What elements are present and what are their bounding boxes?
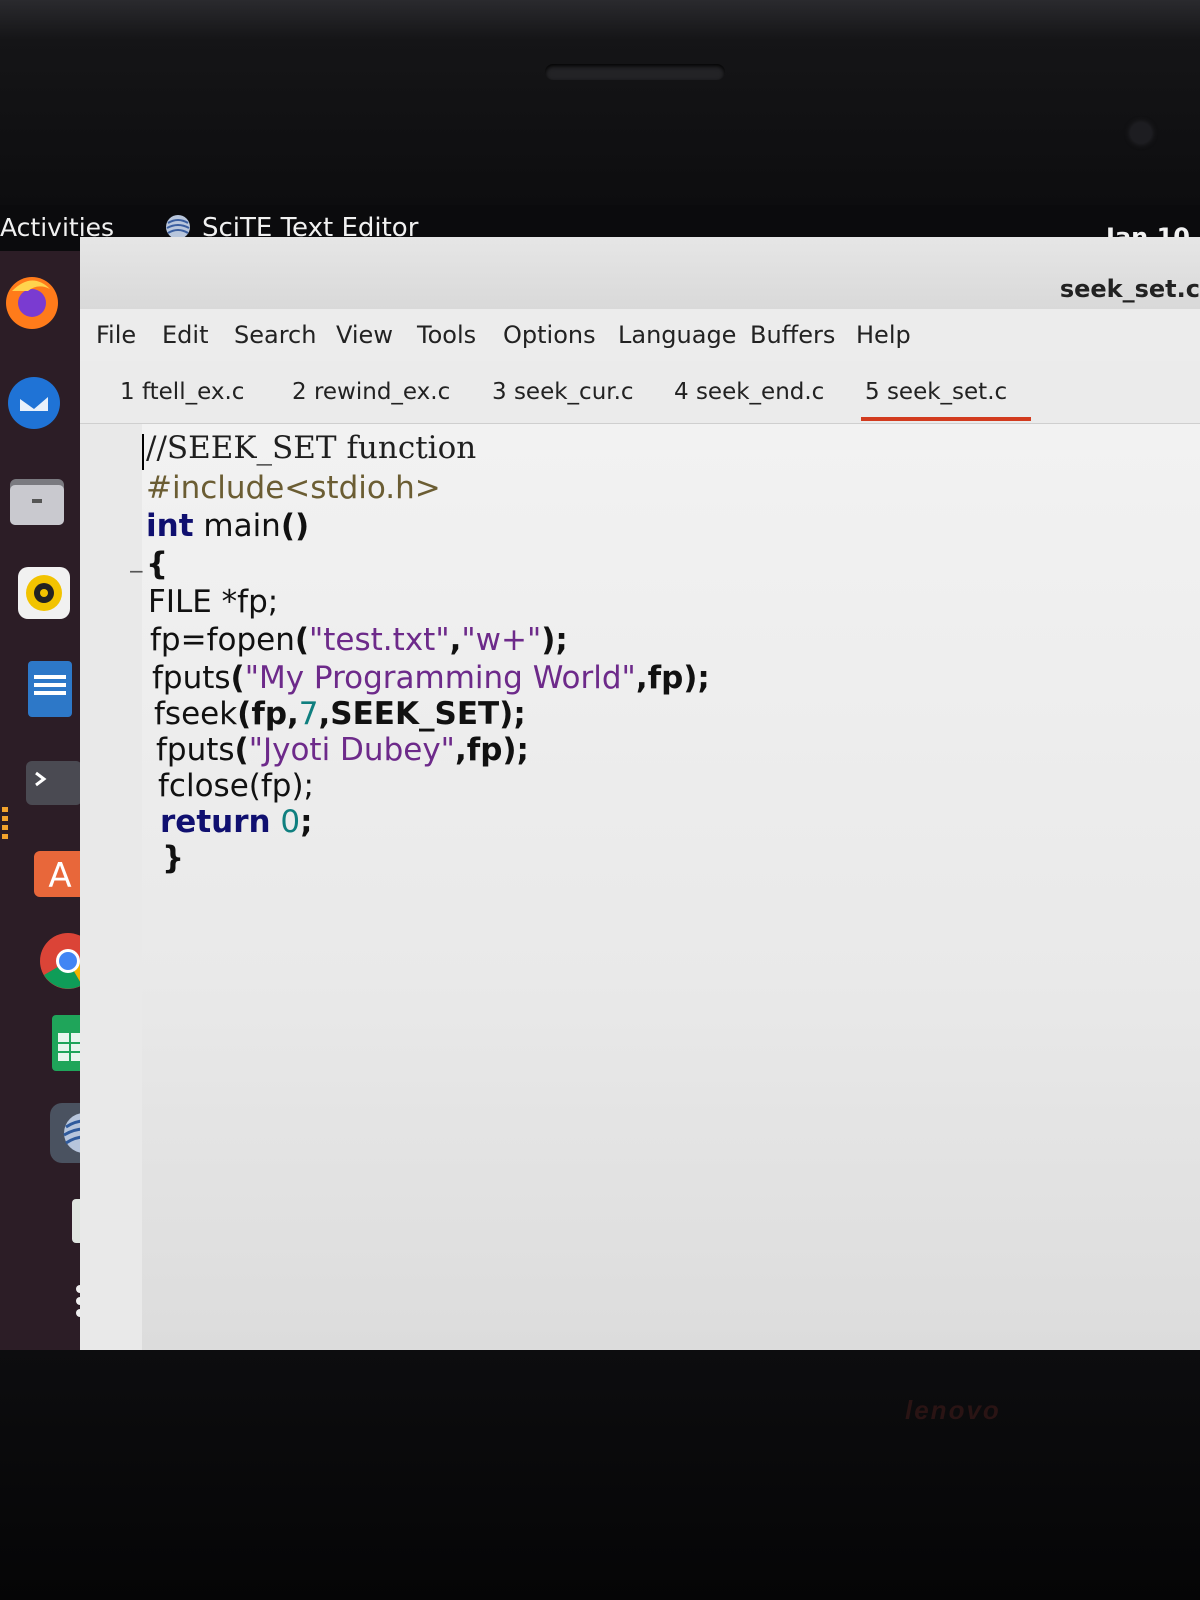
running-indicator: [2, 807, 8, 843]
code-line-9: fputs("Jyoti Dubey",fp);: [156, 732, 529, 768]
thunderbird-icon[interactable]: [2, 371, 62, 431]
menu-language[interactable]: Language: [618, 321, 736, 349]
active-tab-indicator: [861, 417, 1031, 421]
menu-view[interactable]: View: [336, 321, 393, 349]
window-title: seek_set.c: [1059, 275, 1200, 303]
files-icon[interactable]: [6, 471, 66, 531]
svg-text:A: A: [48, 856, 71, 896]
scite-window: seek_set.c File Edit Search View Tools O…: [80, 237, 1200, 1352]
dock: A: [0, 251, 110, 1352]
fold-minus-icon[interactable]: −: [128, 559, 145, 583]
tab-bar: 1 ftell_ex.c 2 rewind_ex.c 3 seek_cur.c …: [80, 361, 1200, 424]
code-line-10: fclose(fp);: [158, 768, 314, 804]
code-line-1: //SEEK_SET function: [146, 430, 477, 466]
window-titlebar[interactable]: seek_set.c: [80, 237, 1200, 310]
menu-tools[interactable]: Tools: [417, 321, 476, 349]
code-line-8: fseek(fp,7,SEEK_SET);: [154, 696, 526, 732]
rhythmbox-icon[interactable]: [14, 563, 74, 623]
text-caret: [142, 434, 144, 470]
menu-buffers[interactable]: Buffers: [750, 321, 835, 349]
code-line-6: fp=fopen("test.txt","w+");: [150, 622, 568, 658]
menu-edit[interactable]: Edit: [162, 321, 208, 349]
laptop-bezel-bottom: lenovo: [0, 1350, 1200, 1600]
tab-seek-cur[interactable]: 3 seek_cur.c: [492, 379, 634, 405]
tab-ftell-ex[interactable]: 1 ftell_ex.c: [120, 379, 244, 405]
fold-margin[interactable]: −: [80, 424, 145, 1352]
code-line-12: }: [162, 840, 185, 876]
code-line-3: int main(): [146, 508, 310, 544]
tab-seek-set[interactable]: 5 seek_set.c: [865, 379, 1007, 405]
firefox-icon[interactable]: [2, 271, 62, 331]
menu-bar: File Edit Search View Tools Options Lang…: [80, 309, 1200, 362]
laptop-bezel-top: [0, 0, 1200, 205]
code-line-2: #include<stdio.h>: [146, 470, 441, 506]
code-line-11: return 0;: [160, 804, 313, 840]
tab-rewind-ex[interactable]: 2 rewind_ex.c: [292, 379, 450, 405]
laptop-brand-logo: lenovo: [905, 1395, 1001, 1425]
libreoffice-writer-icon[interactable]: [20, 659, 80, 719]
tab-seek-end[interactable]: 4 seek_end.c: [674, 379, 824, 405]
code-line-7: fputs("My Programming World",fp);: [152, 660, 710, 696]
webcam-icon: [1130, 122, 1152, 144]
menu-file[interactable]: File: [96, 321, 136, 349]
webcam-slot: [545, 64, 725, 80]
screen: Activities SciTE Text Editor Jan 10 A: [0, 205, 1200, 1352]
menu-options[interactable]: Options: [503, 321, 596, 349]
code-line-4: {: [146, 546, 169, 582]
terminal-icon[interactable]: [24, 753, 84, 813]
menu-search[interactable]: Search: [234, 321, 316, 349]
menu-help[interactable]: Help: [856, 321, 911, 349]
code-editor[interactable]: − //SEEK_SET function #include<stdio.h> …: [80, 424, 1200, 1352]
code-line-5: FILE *fp;: [148, 584, 279, 620]
